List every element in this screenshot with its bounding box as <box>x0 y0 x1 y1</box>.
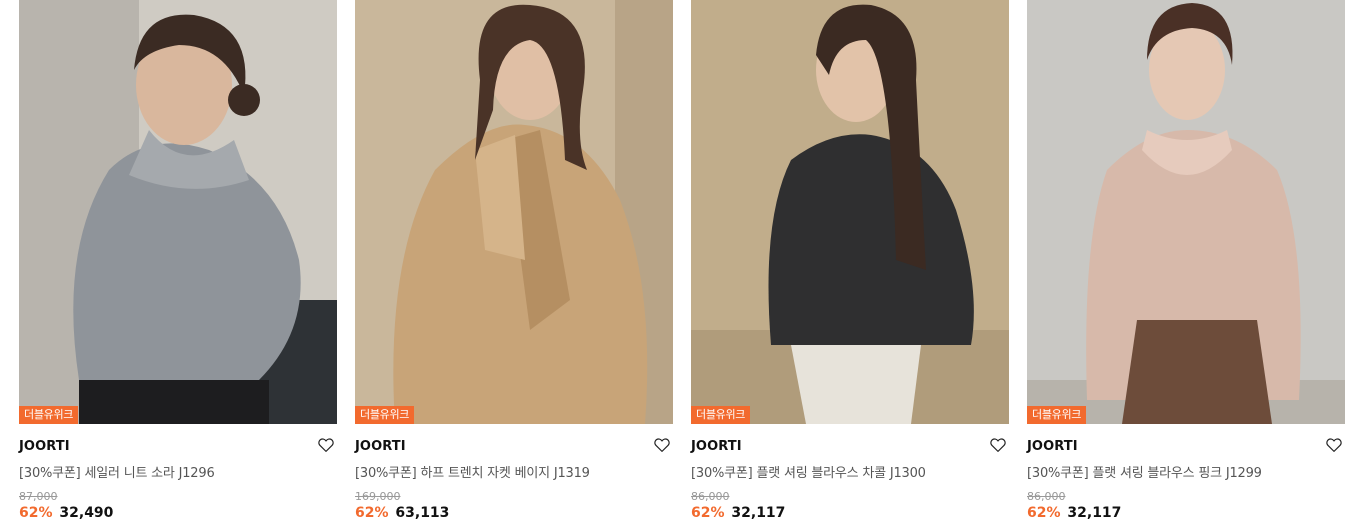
product-name[interactable]: [30%쿠폰] 플랫 셔링 블라우스 핑크 J1299 <box>1027 462 1345 481</box>
discount-rate: 62% <box>355 505 389 521</box>
heart-icon[interactable] <box>1325 436 1343 454</box>
discount-rate: 62% <box>691 505 725 521</box>
brand-label[interactable]: JOORTI <box>691 439 742 454</box>
sale-price: 32,117 <box>1067 505 1122 521</box>
brand-label[interactable]: JOORTI <box>355 439 406 454</box>
sale-price: 63,113 <box>395 505 450 521</box>
heart-icon[interactable] <box>653 436 671 454</box>
product-image[interactable]: 더블유위크 <box>355 0 673 424</box>
product-image[interactable]: 더블유위크 <box>19 0 337 424</box>
product-card: 더블유위크 JOORTI [30%쿠폰] 하프 트렌치 자켓 베이지 J1319… <box>355 0 673 526</box>
event-badge: 더블유위크 <box>355 406 415 424</box>
product-photo <box>691 0 1009 424</box>
product-photo <box>1027 0 1345 424</box>
event-badge: 더블유위크 <box>1027 406 1087 424</box>
product-photo <box>19 0 337 424</box>
product-name[interactable]: [30%쿠폰] 세일러 니트 소라 J1296 <box>19 462 337 481</box>
discount-rate: 62% <box>1027 505 1061 521</box>
original-price: 86,000 <box>1027 490 1066 503</box>
event-badge: 더블유위크 <box>19 406 79 424</box>
original-price: 87,000 <box>19 490 58 503</box>
sale-price: 32,490 <box>59 505 114 521</box>
original-price: 169,000 <box>355 490 401 503</box>
price-row: 62% 63,113 <box>355 505 673 521</box>
product-image[interactable]: 더블유위크 <box>691 0 1009 424</box>
price-row: 62% 32,117 <box>691 505 1009 521</box>
product-name[interactable]: [30%쿠폰] 하프 트렌치 자켓 베이지 J1319 <box>355 462 673 481</box>
product-card: 더블유위크 JOORTI [30%쿠폰] 세일러 니트 소라 J1296 87,… <box>19 0 337 526</box>
price-row: 62% 32,117 <box>1027 505 1345 521</box>
sale-price: 32,117 <box>731 505 786 521</box>
product-name[interactable]: [30%쿠폰] 플랫 셔링 블라우스 차콜 J1300 <box>691 462 1009 481</box>
heart-icon[interactable] <box>317 436 335 454</box>
brand-label[interactable]: JOORTI <box>1027 439 1078 454</box>
heart-icon[interactable] <box>989 436 1007 454</box>
discount-rate: 62% <box>19 505 53 521</box>
product-grid: 더블유위크 JOORTI [30%쿠폰] 세일러 니트 소라 J1296 87,… <box>0 0 1347 526</box>
brand-label[interactable]: JOORTI <box>19 439 70 454</box>
event-badge: 더블유위크 <box>691 406 751 424</box>
product-card: 더블유위크 JOORTI [30%쿠폰] 플랫 셔링 블라우스 차콜 J1300… <box>691 0 1009 526</box>
product-card: 더블유위크 JOORTI [30%쿠폰] 플랫 셔링 블라우스 핑크 J1299… <box>1027 0 1345 526</box>
original-price: 86,000 <box>691 490 730 503</box>
price-row: 62% 32,490 <box>19 505 337 521</box>
product-photo <box>355 0 673 424</box>
product-image[interactable]: 더블유위크 <box>1027 0 1345 424</box>
